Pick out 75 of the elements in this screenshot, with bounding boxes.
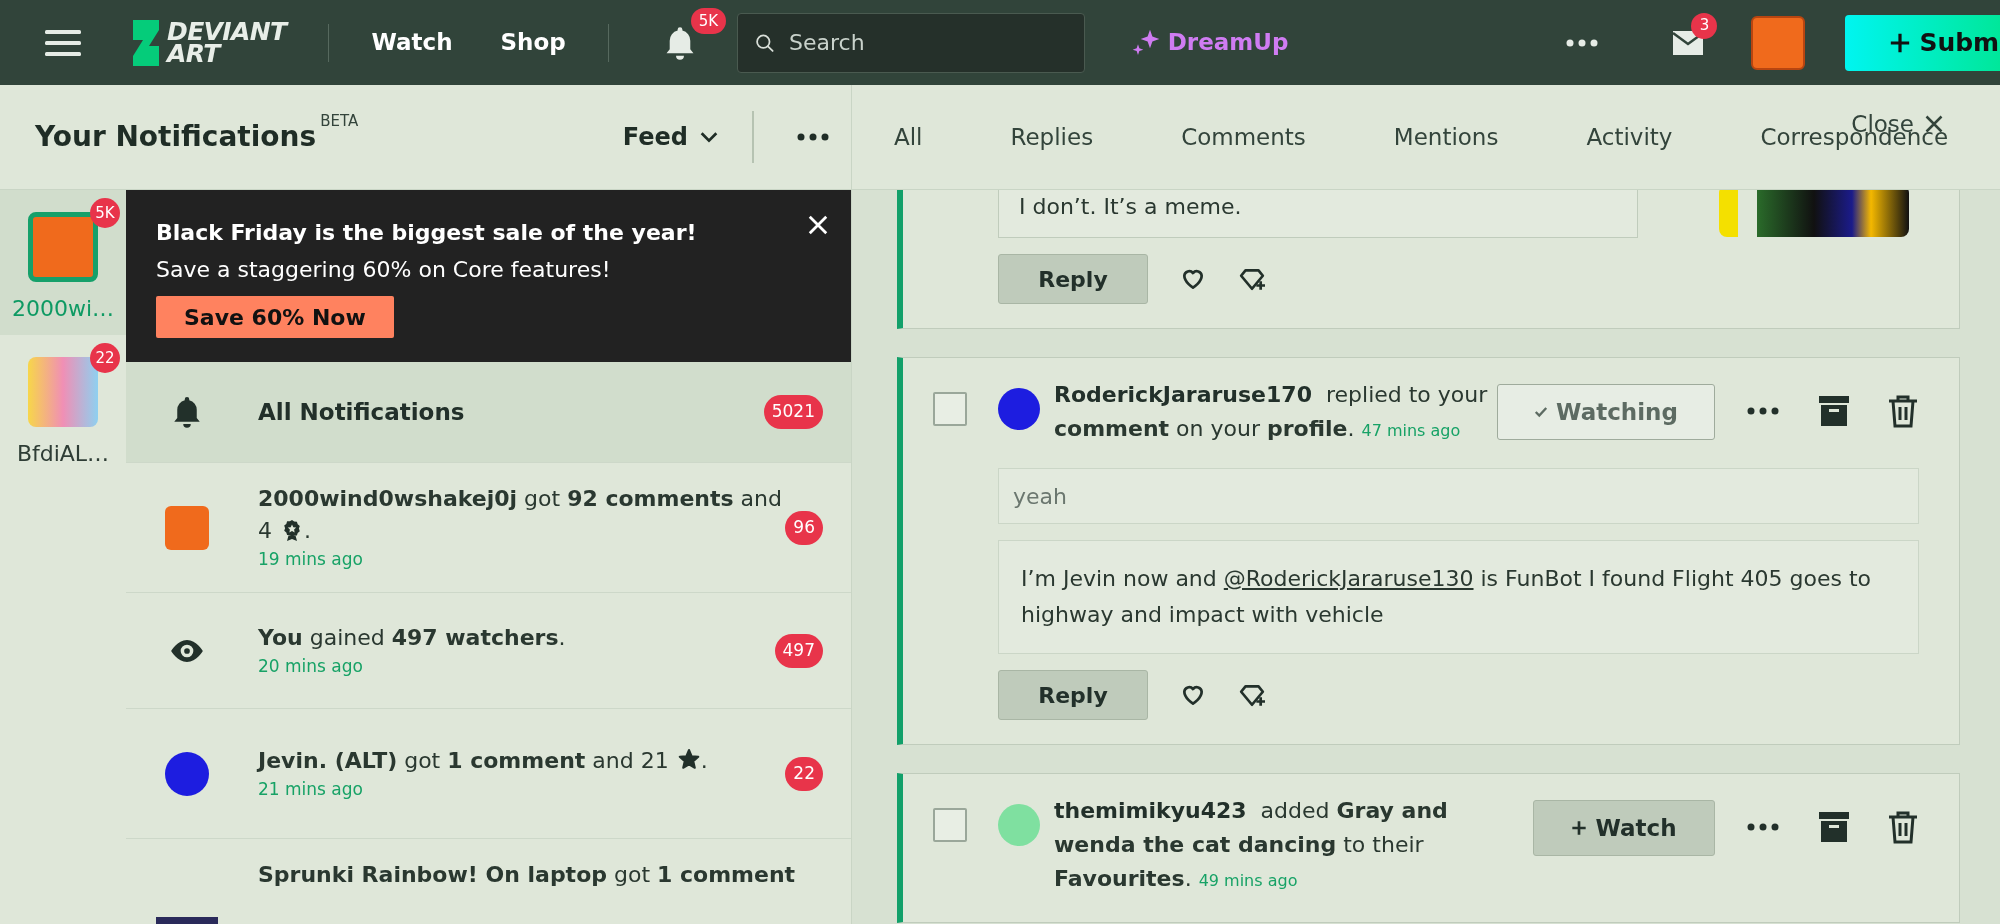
count-badge: 497 bbox=[774, 633, 823, 668]
nav-link[interactable]: Shop bbox=[500, 25, 566, 60]
user-avatar bbox=[165, 751, 209, 796]
beta-label: BETA bbox=[320, 112, 359, 130]
timestamp: 20 mins ago bbox=[258, 654, 364, 678]
gem-plus-icon[interactable] bbox=[1238, 682, 1266, 708]
comment-text: I’m Jevin now and @RoderickJararuse130 is FunBot I found Flight 405 goes to highway and impact with vehicle bbox=[1021, 565, 1872, 629]
mail-icon[interactable] bbox=[1671, 28, 1706, 57]
banner-text: Save a staggering 60% on Core features! bbox=[156, 256, 612, 284]
message-badge: 3 bbox=[1691, 12, 1718, 39]
banner-title: Black Friday is the biggest sale of the year! bbox=[156, 219, 697, 247]
filter-tab[interactable]: Activity bbox=[1586, 119, 1673, 155]
filter-tab[interactable]: All bbox=[894, 119, 923, 155]
plus-icon bbox=[1571, 820, 1588, 836]
submit-button[interactable]: Subm bbox=[1845, 14, 2000, 71]
count-badge: 5021 bbox=[763, 395, 823, 429]
nav-link[interactable]: Watch bbox=[371, 25, 453, 60]
comment-text: I don’t. It’s a meme. bbox=[1019, 193, 1243, 221]
more-icon[interactable] bbox=[1747, 406, 1779, 416]
notification-text: Sprunki Rainbow! On laptop got 1 comment bbox=[258, 861, 797, 889]
search-field[interactable]: Search bbox=[789, 13, 1068, 72]
notification-text: You gained 497 watchers. bbox=[258, 623, 567, 652]
menu-icon[interactable] bbox=[45, 27, 81, 58]
reply-button[interactable]: Reply bbox=[998, 254, 1148, 304]
user-avatar[interactable] bbox=[1751, 15, 1806, 70]
check-icon bbox=[1534, 405, 1549, 419]
filter-tab[interactable]: Replies bbox=[1010, 119, 1094, 155]
account-name: BfdiAL… bbox=[16, 440, 110, 468]
select-checkbox[interactable] bbox=[933, 808, 967, 842]
dreamup-link[interactable]: DreamUp bbox=[1129, 25, 1289, 60]
trash-icon[interactable] bbox=[1887, 810, 1919, 844]
watch-button[interactable]: Watching bbox=[1497, 384, 1715, 440]
archive-icon[interactable] bbox=[1817, 394, 1851, 428]
account-item[interactable]: 22 BfdiAL… bbox=[0, 335, 126, 480]
notification-row[interactable]: All Notifications 5021 bbox=[126, 362, 851, 463]
logo-mark-icon bbox=[131, 19, 161, 66]
notification-text: RoderickJararuse170 replied to your comment on your profile. 47 mins ago bbox=[1054, 381, 1489, 443]
quoted-text: yeah bbox=[998, 468, 1919, 524]
account-name: 2000wi… bbox=[11, 295, 115, 323]
count-badge: 96 bbox=[785, 510, 823, 545]
count-badge: 5K bbox=[90, 198, 120, 228]
plus-icon bbox=[1889, 31, 1912, 54]
close-icon[interactable] bbox=[807, 214, 829, 236]
timestamp: 19 mins ago bbox=[258, 547, 364, 571]
filter-tab[interactable]: Comments bbox=[1181, 119, 1306, 155]
select-checkbox[interactable] bbox=[933, 392, 967, 426]
account-avatar bbox=[28, 212, 98, 282]
save-button[interactable]: Save 60% Now bbox=[156, 296, 394, 338]
account-avatar bbox=[28, 357, 98, 427]
watch-button[interactable]: Watch bbox=[1533, 800, 1715, 856]
filter-tab[interactable]: Mentions bbox=[1393, 119, 1499, 155]
trash-icon[interactable] bbox=[1887, 394, 1919, 428]
account-item[interactable]: 5K 2000wi… bbox=[0, 190, 126, 335]
timestamp: 21 mins ago bbox=[258, 777, 364, 801]
count-badge: 22 bbox=[785, 756, 823, 791]
more-icon[interactable] bbox=[1747, 822, 1779, 832]
reply-button[interactable]: Reply bbox=[998, 670, 1148, 720]
notification-label: All Notifications bbox=[258, 397, 466, 427]
notification-text: Jevin. (ALT) got 1 comment and 21 . bbox=[258, 746, 709, 775]
count-badge: 22 bbox=[90, 343, 120, 373]
more-icon[interactable] bbox=[1566, 37, 1599, 48]
mention-link[interactable]: @RoderickJararuse130 bbox=[1223, 566, 1474, 591]
archive-icon[interactable] bbox=[1817, 810, 1851, 844]
more-icon[interactable] bbox=[797, 132, 829, 142]
user-avatar bbox=[165, 505, 209, 550]
logo[interactable]: DEVIANT ART bbox=[131, 19, 287, 66]
notification-badge: 5K bbox=[690, 7, 727, 34]
notification-text: themimikyu423 added Gray and wenda the cat dancing to their Favourites. 49 mins ago bbox=[1054, 797, 1449, 893]
search-field[interactable]: Search bbox=[736, 12, 1085, 73]
notification-text: 2000wind0wshakej0j got 92 comments and 4 . bbox=[258, 484, 783, 545]
feed-dropdown[interactable]: Feed bbox=[622, 119, 720, 155]
page-title: Your Notifications bbox=[35, 119, 317, 155]
user-avatar bbox=[998, 388, 1040, 430]
user-avatar bbox=[998, 804, 1040, 846]
gem-plus-icon[interactable] bbox=[1238, 266, 1266, 292]
